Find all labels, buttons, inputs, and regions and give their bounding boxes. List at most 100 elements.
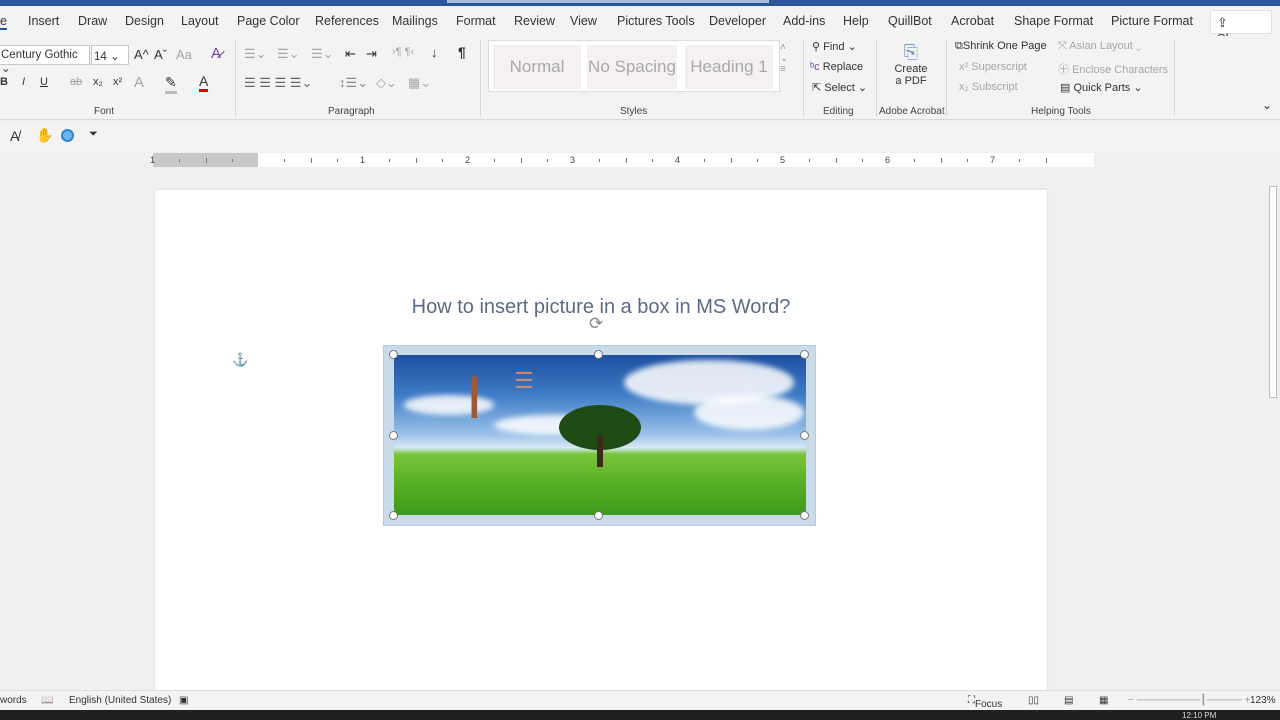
customize-toolbar-icon[interactable]: ⏷ <box>89 128 98 141</box>
ruler-tick <box>494 159 496 162</box>
scrollbar-thumb[interactable] <box>1269 186 1277 398</box>
font-size-select[interactable]: 14 ⌄ <box>91 45 129 65</box>
show-marks-button[interactable]: ¶ <box>458 44 466 60</box>
ruler-tick <box>966 159 968 162</box>
read-mode-icon[interactable]: ▯▯ <box>1028 695 1039 706</box>
highlight-icon[interactable]: ✎ <box>165 74 177 94</box>
ruler-tick <box>730 158 732 163</box>
superscript-button[interactable]: x² <box>113 76 122 88</box>
ruler-tick <box>835 158 837 163</box>
bold-button[interactable]: B <box>0 76 8 88</box>
font-group-label: Font <box>94 106 115 117</box>
ruler-number: 7 <box>990 155 996 165</box>
borders-icon[interactable]: ▦⌄ <box>408 75 431 91</box>
style-no-spacing[interactable]: No Spacing <box>587 45 677 89</box>
draw-pen-icon[interactable]: A̸ <box>10 128 19 144</box>
tab-references[interactable]: References <box>315 14 379 28</box>
language-status[interactable]: English (United States) <box>69 695 171 706</box>
tab-picture-format[interactable]: Picture Format <box>1111 14 1193 28</box>
document-page[interactable]: ⚓ How to insert picture in a box in MS W… <box>155 190 1047 690</box>
strikethrough-button[interactable]: ab <box>70 76 82 88</box>
style-heading-1[interactable]: Heading 1 <box>685 45 773 89</box>
tab-mailings[interactable]: Mailings <box>392 14 438 28</box>
proofing-icon[interactable]: 📖 <box>41 695 53 706</box>
ruler-tick <box>415 158 417 163</box>
web-layout-icon[interactable]: ▦ <box>1099 695 1108 706</box>
tab-review[interactable]: Review <box>514 14 555 28</box>
vertical-scrollbar[interactable] <box>1266 172 1280 690</box>
tab-acrobat[interactable]: Acrobat <box>951 14 994 28</box>
asian-layout-icon: ⤧ <box>1058 40 1070 52</box>
styles-scroll-buttons[interactable]: ˄ ⌄ ≡ <box>780 42 788 75</box>
zoom-slider[interactable]: − ─────────┃───── + <box>1128 695 1250 706</box>
tab-home[interactable]: e <box>0 14 7 30</box>
superscript-tool-button: x² Superscript <box>959 61 1027 73</box>
font-color-button[interactable]: A <box>199 73 209 92</box>
circle-icon[interactable] <box>61 129 74 142</box>
ltr-icon[interactable]: ›¶ ¶‹ <box>392 46 414 58</box>
multilevel-list-icon[interactable]: ☰⌄ <box>311 46 334 62</box>
zoom-level[interactable]: 123% <box>1250 695 1276 706</box>
font-name-select[interactable]: Century Gothic ⌄ <box>0 45 90 75</box>
cursor-icon: ⇱ <box>812 82 825 94</box>
ruler-tick <box>546 159 548 162</box>
text-effects-icon[interactable]: A <box>134 74 144 91</box>
sort-icon[interactable]: ↓ <box>431 45 438 60</box>
accessibility-icon[interactable]: ▣ <box>179 695 188 706</box>
subscript-button[interactable]: x₂ <box>93 76 103 88</box>
clear-formatting-icon[interactable]: A̷ <box>211 45 221 62</box>
anchor-icon: ⚓ <box>232 352 249 367</box>
quick-parts-button[interactable]: ▤ Quick Parts ⌄ <box>1060 81 1143 94</box>
horizontal-ruler[interactable]: 1 1 2 3 4 5 6 7 <box>150 153 1094 167</box>
grow-font-button[interactable]: A^ <box>134 47 149 62</box>
ruler-tick <box>599 159 601 162</box>
ruler-tick <box>231 159 233 162</box>
shrink-font-button[interactable]: Aˇ <box>154 47 167 62</box>
tab-layout[interactable]: Layout <box>181 14 219 28</box>
italic-button[interactable]: I <box>22 76 25 88</box>
focus-button[interactable]: ⛶ Focus <box>968 695 1002 710</box>
increase-indent-icon[interactable]: ⇥ <box>366 46 377 62</box>
hand-icon[interactable]: ✋ <box>36 127 53 144</box>
tab-add-ins[interactable]: Add-ins <box>783 14 825 28</box>
tab-shape-format[interactable]: Shape Format <box>1014 14 1093 28</box>
shading-icon[interactable]: ◇⌄ <box>376 75 397 91</box>
ribbon: Century Gothic ⌄ 14 ⌄ A^ Aˇ Aa A̷ B I U … <box>0 36 1280 120</box>
find-button[interactable]: ⚲ Find ⌄ <box>812 40 857 53</box>
tab-draw[interactable]: Draw <box>78 14 107 28</box>
picture-box[interactable]: I ☰ <box>383 345 816 526</box>
quick-access-toolbar: A̸ ✋ ⏷ <box>0 122 1280 152</box>
share-button[interactable]: ⇪ Share <box>1210 10 1272 46</box>
collapse-ribbon-icon[interactable]: ⌄ <box>1262 98 1272 112</box>
landscape-picture[interactable] <box>394 355 806 515</box>
print-layout-icon[interactable]: ▤ <box>1064 695 1073 706</box>
shrink-one-page-button[interactable]: ⧉Shrink One Page <box>955 40 1047 53</box>
change-case-button[interactable]: Aa <box>176 47 192 62</box>
decrease-indent-icon[interactable]: ⇤ <box>345 46 356 62</box>
tab-view[interactable]: View <box>570 14 597 28</box>
tab-pictures-tools[interactable]: Pictures Tools <box>617 14 695 28</box>
line-spacing-icon[interactable]: ↕☰⌄ <box>339 75 368 91</box>
style-normal[interactable]: Normal <box>493 45 581 89</box>
tab-developer[interactable]: Developer <box>709 14 766 28</box>
tab-insert[interactable]: Insert <box>28 14 59 28</box>
tab-format[interactable]: Format <box>456 14 496 28</box>
tab-quillbot[interactable]: QuillBot <box>888 14 932 28</box>
word-count[interactable]: words <box>0 695 27 706</box>
title-bar <box>0 0 1280 6</box>
ruler-number: 5 <box>780 155 786 165</box>
select-button[interactable]: ⇱ Select ⌄ <box>812 81 867 94</box>
tab-help[interactable]: Help <box>843 14 869 28</box>
rotate-handle-icon[interactable]: ⟳ <box>589 314 603 334</box>
ruler-number: 6 <box>885 155 891 165</box>
align-buttons[interactable]: ☰ ☰ ☰ ☰⌄ <box>244 75 312 91</box>
bullets-icon[interactable]: ☰⌄ <box>244 46 267 62</box>
replace-button[interactable]: ᵇc Replace <box>810 61 863 73</box>
tab-design[interactable]: Design <box>125 14 164 28</box>
pdf-icon: ⎘ <box>903 42 919 62</box>
create-pdf-button[interactable]: ⎘ Create a PDF <box>880 42 942 87</box>
tab-page-color[interactable]: Page Color <box>237 14 300 28</box>
ruler-tick <box>861 159 863 162</box>
underline-button[interactable]: U <box>40 76 48 88</box>
numbering-icon[interactable]: ☰⌄ <box>277 46 300 62</box>
